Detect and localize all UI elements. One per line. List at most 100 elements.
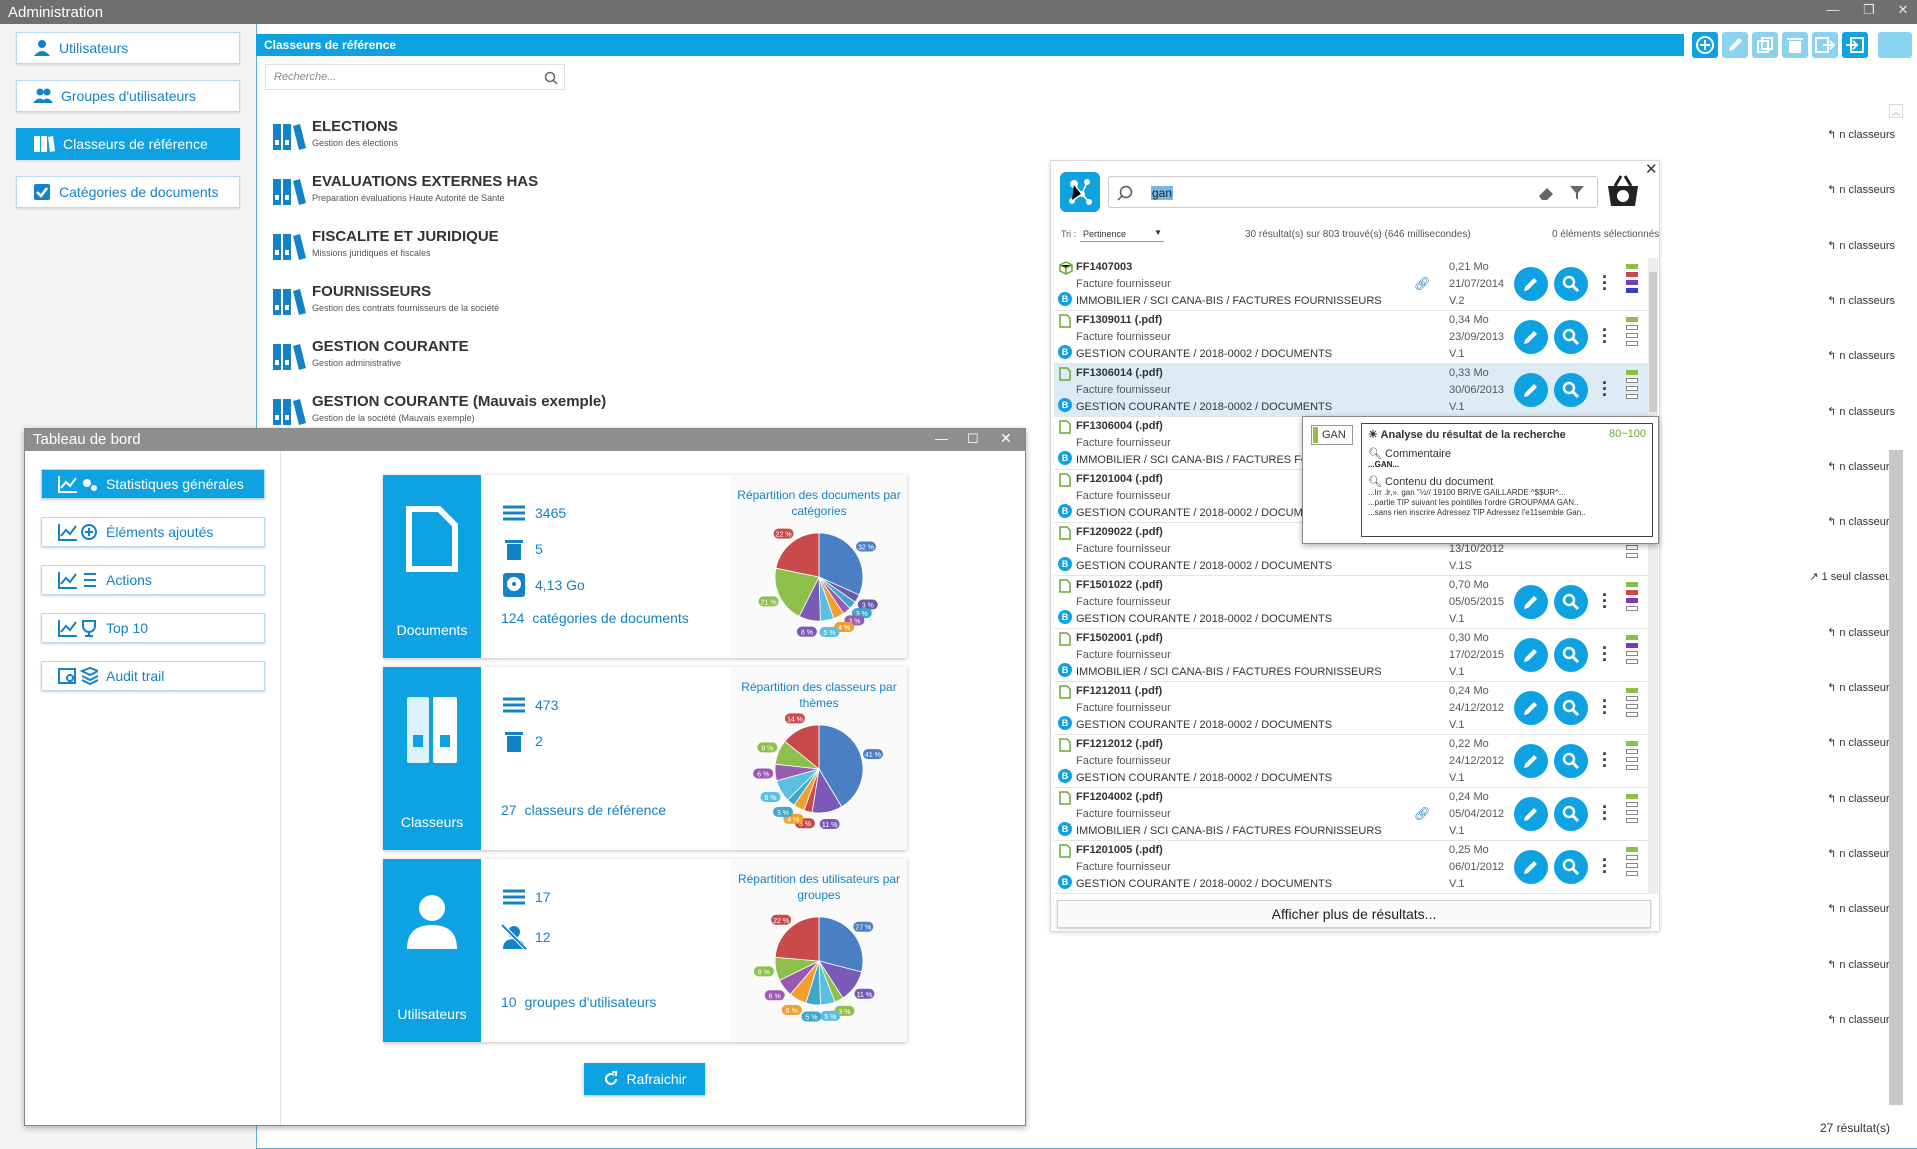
view-button[interactable] <box>1554 638 1588 672</box>
menu-top10-button[interactable]: Top 10 <box>41 613 265 643</box>
search-icon: 🔍︎ <box>1368 448 1382 460</box>
view-button[interactable] <box>1554 373 1588 407</box>
filter-icon[interactable] <box>1569 185 1585 201</box>
share-network-button[interactable] <box>1060 172 1100 212</box>
edit-button[interactable] <box>1514 797 1548 831</box>
view-button[interactable] <box>1554 267 1588 301</box>
result-row[interactable]: B FF1309011 (.pdf) Facture fournisseur GEST… <box>1054 311 1648 364</box>
badge-b-icon: B <box>1058 610 1072 624</box>
more-options-icon[interactable]: · · · <box>1602 268 1608 298</box>
result-type: Facture fournisseur <box>1076 543 1171 555</box>
view-button[interactable] <box>1554 797 1588 831</box>
result-type: Facture fournisseur <box>1076 702 1171 714</box>
view-button[interactable] <box>1554 585 1588 619</box>
edit-button[interactable] <box>1514 691 1548 725</box>
magnifier-icon <box>1562 275 1580 293</box>
result-path: IMMOBILIER / SCI CANA-BIS / FACTURES FOU… <box>1076 666 1382 678</box>
basket-icon[interactable] <box>1606 172 1640 208</box>
result-row[interactable]: B FF1212012 (.pdf) Facture fournisseur GEST… <box>1054 735 1648 788</box>
edit-button[interactable] <box>1514 850 1548 884</box>
more-options-icon[interactable]: · · · <box>1602 321 1608 351</box>
close-search-icon[interactable]: ✕ <box>1645 160 1658 178</box>
import-button[interactable] <box>1842 32 1868 58</box>
results-scrollbar[interactable] <box>1648 258 1658 894</box>
result-type: Facture fournisseur <box>1076 384 1171 396</box>
more-options-icon[interactable]: · · · <box>1602 692 1608 722</box>
menu-added-button[interactable]: Éléments ajoutés <box>41 517 265 547</box>
footer-text: classeurs de référence <box>524 802 667 818</box>
menu-actions-button[interactable]: Actions <box>41 565 265 595</box>
selected-count: 0 éléments sélectionnés <box>1552 229 1660 240</box>
refresh-button[interactable]: Rafraichir <box>584 1063 705 1095</box>
edit-button[interactable] <box>1722 32 1748 58</box>
result-row[interactable]: B FF1204002 (.pdf) Facture fournisseur IMMO… <box>1054 788 1648 841</box>
maximize-icon[interactable]: ☐ <box>967 431 979 447</box>
edit-button[interactable] <box>1514 373 1548 407</box>
eraser-icon[interactable] <box>1537 185 1555 201</box>
menu-stats-button[interactable]: Statistiques générales <box>41 469 265 499</box>
status-bars <box>1626 741 1638 773</box>
query-input[interactable]: gan <box>1108 176 1598 208</box>
nav-classeurs-button[interactable]: Classeurs de référence <box>16 128 240 160</box>
close-panel-button[interactable] <box>1878 32 1912 58</box>
more-options-icon[interactable]: · · · <box>1602 851 1608 881</box>
result-row[interactable]: B FF1501022 (.pdf) Facture fournisseur GEST… <box>1054 576 1648 629</box>
result-row[interactable]: B FF1212011 (.pdf) Facture fournisseur GEST… <box>1054 682 1648 735</box>
edit-button[interactable] <box>1514 320 1548 354</box>
stat-value: 4,13 Go <box>535 577 585 593</box>
result-row[interactable]: B FF1407003 Facture fournisseur IMMOBILIER … <box>1054 258 1648 311</box>
page-title: Classeurs de référence <box>256 34 1684 56</box>
status-bars <box>1626 317 1638 349</box>
scrollbar-thumb[interactable] <box>1889 450 1903 1105</box>
delete-button[interactable] <box>1782 32 1808 58</box>
nav-categories-button[interactable]: Catégories de documents <box>16 176 240 208</box>
count-text: n classeurs <box>1839 682 1895 694</box>
copy-button[interactable] <box>1752 32 1778 58</box>
more-options-icon[interactable]: · · · <box>1602 639 1608 669</box>
edit-button[interactable] <box>1514 585 1548 619</box>
branch-icon: ↰ <box>1827 294 1837 307</box>
result-row[interactable]: B FF1201005 (.pdf) Facture fournisseur GEST… <box>1054 841 1648 894</box>
more-options-icon[interactable]: · · · <box>1602 586 1608 616</box>
restore-icon[interactable]: ❐ <box>1858 2 1880 18</box>
link-icon[interactable]: 🔗︎ <box>1414 276 1431 292</box>
more-options-icon[interactable]: · · · <box>1602 798 1608 828</box>
result-name: FF1309011 (.pdf) <box>1076 314 1163 326</box>
add-button[interactable] <box>1692 32 1718 58</box>
file-icon <box>1059 420 1071 434</box>
export-button[interactable] <box>1812 32 1838 58</box>
edit-button[interactable] <box>1514 744 1548 778</box>
scroll-up-button[interactable]: ︿ <box>1889 104 1903 118</box>
comment-title: Commentaire <box>1385 448 1452 460</box>
link-icon[interactable]: 🔗︎ <box>1414 806 1431 822</box>
view-button[interactable] <box>1554 850 1588 884</box>
close-icon[interactable]: ✕ <box>1892 2 1914 18</box>
scrollbar-thumb[interactable] <box>1649 272 1657 412</box>
more-options-icon[interactable]: · · · <box>1602 745 1608 775</box>
branch-icon: ↰ <box>1827 1013 1837 1026</box>
pie-label: 8 % <box>758 969 770 976</box>
classeur-search-input[interactable]: Recherche... <box>265 64 565 90</box>
nav-users-button[interactable]: Utilisateurs <box>16 32 240 64</box>
edit-button[interactable] <box>1514 267 1548 301</box>
documents-pie-chart: 32 %3 %3 %3 %4 %5 %8 %21 %22 % <box>758 528 878 638</box>
classeur-count: ↰ n classeurs <box>1800 239 1895 252</box>
sort-select[interactable]: Pertinence ▼ <box>1080 226 1164 242</box>
menu-audit-button[interactable]: Audit trail <box>41 661 265 691</box>
nav-groups-button[interactable]: Groupes d'utilisateurs <box>16 80 240 112</box>
count-text: n classeurs <box>1839 626 1895 639</box>
result-date: 30/06/2013 <box>1449 384 1505 396</box>
minimize-icon[interactable]: — <box>1822 2 1844 17</box>
close-icon[interactable]: ✕ <box>1000 430 1012 447</box>
view-button[interactable] <box>1554 320 1588 354</box>
chart-icon <box>58 476 97 493</box>
view-button[interactable] <box>1554 744 1588 778</box>
minimize-icon[interactable]: — <box>935 431 948 446</box>
more-options-icon[interactable]: · · · <box>1602 374 1608 404</box>
branch-icon: ↰ <box>1827 350 1837 363</box>
view-button[interactable] <box>1554 691 1588 725</box>
show-more-button[interactable]: Afficher plus de résultats... <box>1057 900 1651 928</box>
result-row[interactable]: B FF1306014 (.pdf) Facture fournisseur GEST… <box>1054 364 1648 417</box>
edit-button[interactable] <box>1514 638 1548 672</box>
result-row[interactable]: B FF1502001 (.pdf) Facture fournisseur IMMO… <box>1054 629 1648 682</box>
